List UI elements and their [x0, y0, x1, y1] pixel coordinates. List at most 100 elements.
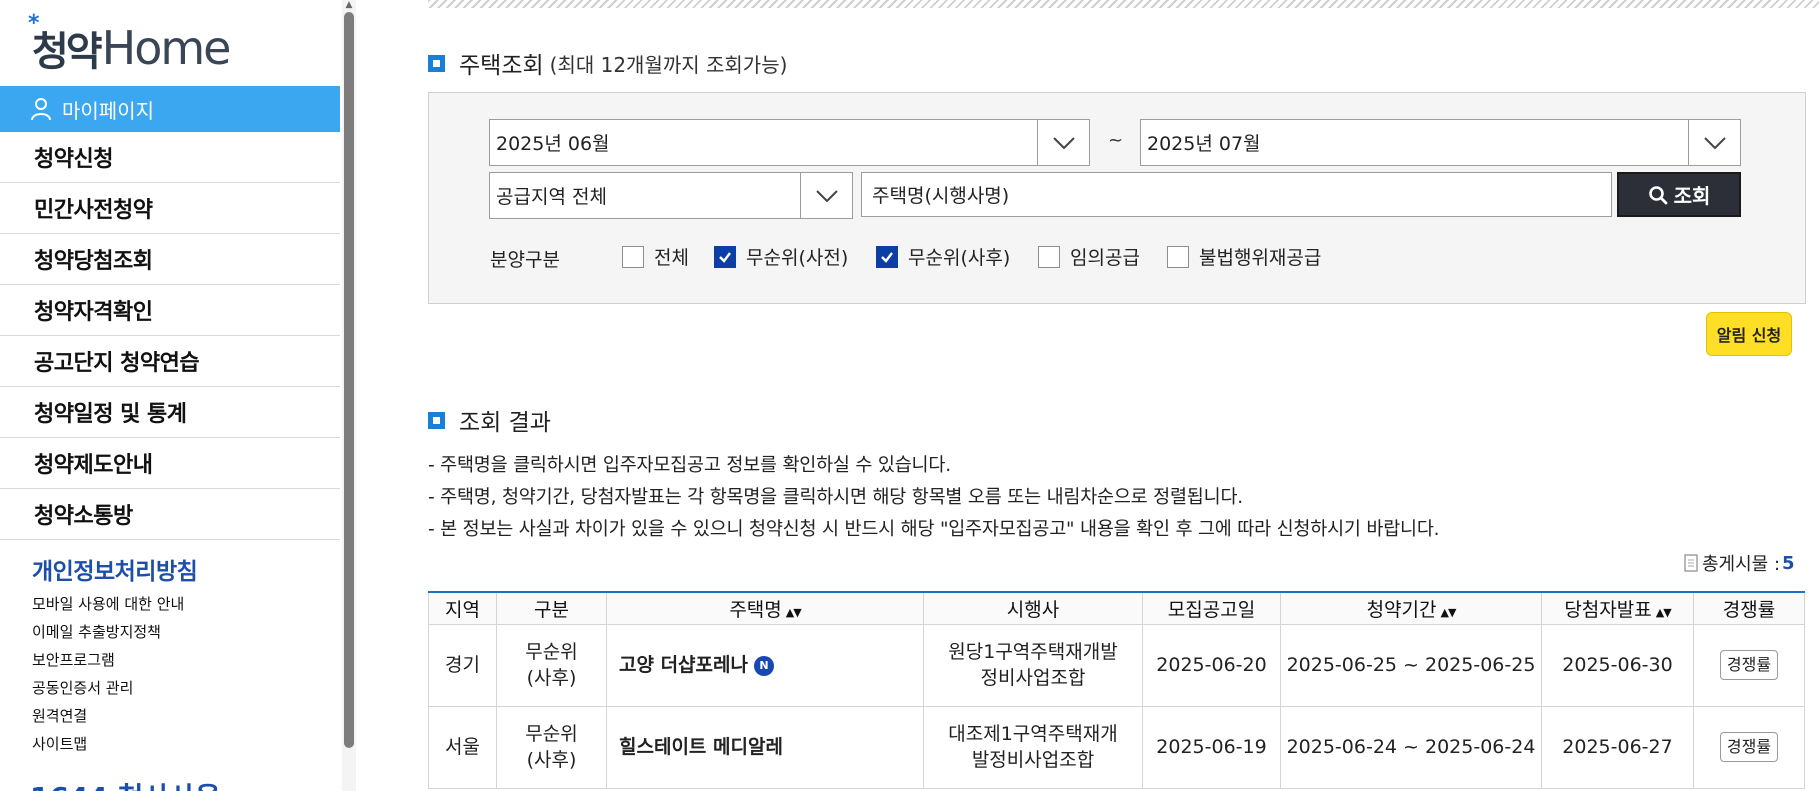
checkbox-box[interactable]	[714, 245, 736, 268]
keyword-input[interactable]: 주택명(시행사명)	[861, 172, 1612, 217]
table-row: 경기 무순위 (사후) 고양 더샵포레나 N 원당1구역주택재개발 정비사업조합 20…	[428, 623, 1805, 707]
mypage-label: 마이페이지	[62, 98, 154, 123]
cell-announce: 2025-06-27	[1541, 705, 1694, 789]
chevron-down-icon	[1703, 136, 1726, 149]
supply-type-label: 분양구분	[490, 249, 560, 271]
results-notes: - 주택명을 클릭하시면 입주자모집공고 정보를 확인하실 수 있습니다. - …	[428, 452, 1440, 548]
results-table: 지역 구분 주택명 ▲▼ 시행사 모집공고일 청약기간 ▲▼ 당첨자발표 ▲▼ 경쟁률…	[428, 591, 1805, 789]
table-row: 서울 무순위 (사후) 힐스테이트 메디알레 대조제1구역주택재개 발정비사업조합 …	[428, 705, 1805, 789]
checkbox-all[interactable]: 전체	[622, 243, 689, 270]
results-section-title: 조회 결과	[428, 403, 551, 437]
cell-house-name[interactable]: 힐스테이트 메디알레	[606, 705, 924, 789]
sidebar-menu: 청약신청 민간사전청약 청약당첨조회 청약자격확인 공고단지 청약연습 청약일정…	[0, 132, 340, 540]
sublink-email-policy[interactable]: 이메일 추출방지정책	[32, 618, 184, 646]
col-header-period[interactable]: 청약기간 ▲▼	[1280, 592, 1542, 625]
person-icon	[31, 98, 51, 121]
sidebar-item-apply[interactable]: 청약신청	[0, 132, 340, 183]
cell-region: 경기	[428, 623, 497, 707]
checkbox-box[interactable]	[876, 245, 898, 268]
sublink-mobile-guide[interactable]: 모바일 사용에 대한 안내	[32, 590, 184, 618]
total-count-value: 5	[1782, 552, 1795, 574]
sort-icon: ▲▼	[1655, 605, 1672, 619]
scroll-up-arrow-icon[interactable]: ▲	[342, 0, 356, 10]
region-select[interactable]: 공급지역 전체	[489, 172, 853, 219]
sidebar-item-winner-lookup[interactable]: 청약당첨조회	[0, 234, 340, 285]
cell-type: 무순위 (사후)	[496, 623, 607, 707]
house-name-link[interactable]: 힐스테이트 메디알레	[619, 736, 783, 758]
col-header-announce[interactable]: 당첨자발표 ▲▼	[1541, 592, 1694, 625]
document-icon	[1684, 554, 1698, 572]
cell-announce: 2025-06-30	[1541, 623, 1694, 707]
date-from-select[interactable]: 2025년 06월	[489, 119, 1090, 166]
checkbox-illegal-resupply[interactable]: 불법행위재공급	[1167, 243, 1321, 270]
mypage-link[interactable]: 마이페이지	[0, 86, 340, 132]
checkbox-optional-supply[interactable]: 임의공급	[1038, 243, 1140, 270]
competition-button[interactable]: 경쟁률	[1719, 650, 1779, 680]
sublink-certificate[interactable]: 공동인증서 관리	[32, 674, 184, 702]
dropdown-toggle[interactable]	[1688, 120, 1740, 165]
square-bullet-icon	[428, 411, 445, 429]
logo-star-icon: *	[28, 11, 39, 36]
note-item: - 본 정보는 사실과 차이가 있을 수 있으니 청약신청 시 반드시 해당 "…	[428, 519, 1440, 540]
sidebar-item-eligibility[interactable]: 청약자격확인	[0, 285, 340, 336]
col-header-notice-date: 모집공고일	[1142, 592, 1281, 625]
cell-type: 무순위 (사후)	[496, 705, 607, 789]
search-section-title: 주택조회 (최대 12개월까지 조회가능)	[428, 46, 787, 80]
date-range-separator: ~	[1108, 130, 1124, 151]
dropdown-toggle[interactable]	[1037, 120, 1089, 165]
search-section-subtitle: (최대 12개월까지 조회가능)	[549, 52, 788, 77]
col-header-competition: 경쟁률	[1693, 592, 1805, 625]
sort-icon: ▲▼	[1440, 605, 1457, 619]
checkbox-no-rank-post[interactable]: 무순위(사후)	[876, 243, 1010, 270]
sidebar-sublinks: 모바일 사용에 대한 안내 이메일 추출방지정책 보안프로그램 공동인증서 관리…	[32, 590, 184, 758]
house-name-link[interactable]: 고양 더샵포레나	[619, 654, 748, 676]
sublink-security-program[interactable]: 보안프로그램	[32, 646, 184, 674]
chevron-down-icon	[1052, 136, 1075, 149]
sublink-remote[interactable]: 원격연결	[32, 702, 184, 730]
checkbox-no-rank-pre[interactable]: 무순위(사전)	[714, 243, 848, 270]
sort-icon: ▲▼	[785, 605, 802, 619]
scrollbar-thumb[interactable]	[344, 12, 354, 748]
cell-developer: 원당1구역주택재개발 정비사업조합	[923, 623, 1143, 707]
dropdown-toggle[interactable]	[800, 173, 852, 218]
sublink-sitemap[interactable]: 사이트맵	[32, 730, 184, 758]
competition-button[interactable]: 경쟁률	[1719, 732, 1779, 762]
checkbox-box[interactable]	[1038, 245, 1060, 268]
sidebar-item-community[interactable]: 청약소통방	[0, 489, 340, 540]
check-icon	[719, 251, 731, 263]
date-to-select[interactable]: 2025년 07월	[1140, 119, 1741, 166]
checkbox-box[interactable]	[1167, 245, 1189, 268]
table-header-row: 지역 구분 주택명 ▲▼ 시행사 모집공고일 청약기간 ▲▼ 당첨자발표 ▲▼ 경쟁률	[428, 592, 1805, 625]
sidebar-item-practice[interactable]: 공고단지 청약연습	[0, 336, 340, 387]
new-badge-icon: N	[753, 655, 774, 676]
cell-competition: 경쟁률	[1693, 705, 1805, 789]
logo-korean: * 청약	[28, 11, 103, 75]
square-bullet-icon	[428, 54, 445, 72]
logo-english: Home	[101, 21, 232, 75]
cell-developer: 대조제1구역주택재개 발정비사업조합	[923, 705, 1143, 789]
checkbox-box[interactable]	[622, 245, 644, 268]
privacy-policy-link[interactable]: 개인정보처리방침	[32, 552, 198, 586]
sidebar-item-private-pre-subscription[interactable]: 민간사전청약	[0, 183, 340, 234]
sidebar: * 청약 Home 마이페이지 청약신청 민간사전청약 청약당첨조회 청약자격확인 …	[0, 0, 340, 791]
sidebar-item-schedule-stats[interactable]: 청약일정 및 통계	[0, 387, 340, 438]
site-logo[interactable]: * 청약 Home	[28, 11, 232, 76]
total-count: 총게시물 : 5	[1684, 550, 1795, 576]
call-center-number: 1644 청사사용	[30, 776, 221, 791]
cell-notice-date: 2025-06-19	[1142, 705, 1281, 789]
header-divider	[428, 0, 1819, 8]
cell-region: 서울	[428, 705, 497, 789]
search-icon	[1648, 185, 1667, 204]
note-item: - 주택명을 클릭하시면 입주자모집공고 정보를 확인하실 수 있습니다.	[428, 455, 951, 476]
cell-period: 2025-06-25 ~ 2025-06-25	[1280, 623, 1542, 707]
cell-period: 2025-06-24 ~ 2025-06-24	[1280, 705, 1542, 789]
cell-competition: 경쟁률	[1693, 623, 1805, 707]
note-item: - 주택명, 청약기간, 당첨자발표는 각 항목명을 클릭하시면 해당 항목별 …	[428, 487, 1243, 508]
col-header-region: 지역	[428, 592, 497, 625]
col-header-name[interactable]: 주택명 ▲▼	[606, 592, 924, 625]
cell-notice-date: 2025-06-20	[1142, 623, 1281, 707]
search-button[interactable]: 조회	[1617, 172, 1741, 217]
sidebar-item-system-guide[interactable]: 청약제도안내	[0, 438, 340, 489]
alarm-subscribe-button[interactable]: 알림 신청	[1706, 312, 1792, 356]
cell-house-name[interactable]: 고양 더샵포레나 N	[606, 623, 924, 707]
